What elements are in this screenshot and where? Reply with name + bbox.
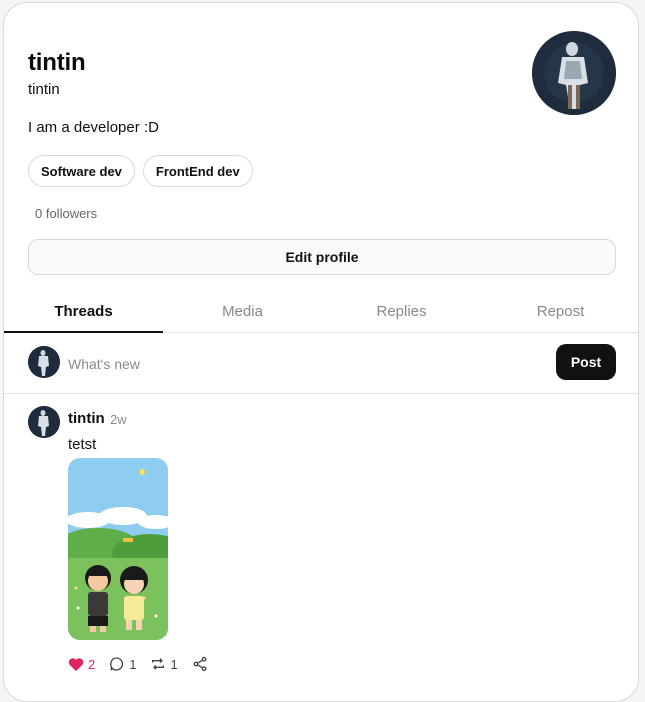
comment-icon — [109, 656, 125, 672]
tab-media[interactable]: Media — [163, 291, 322, 332]
profile-tabs: Threads Media Replies Repost — [4, 291, 638, 333]
like-count: 2 — [88, 656, 96, 672]
tab-threads[interactable]: Threads — [4, 291, 163, 333]
thread-image[interactable] — [68, 458, 168, 640]
thread-time: 2w — [110, 412, 127, 427]
tab-replies[interactable]: Replies — [322, 291, 481, 332]
repost-icon — [150, 656, 166, 672]
repost-count: 1 — [170, 656, 178, 672]
thread-item: tintin 2w tetst 2 1 1 — [4, 394, 638, 694]
share-action[interactable] — [192, 656, 208, 672]
tag-software-dev[interactable]: Software dev — [28, 155, 135, 187]
composer: What's new Post — [4, 333, 638, 394]
composer-avatar — [28, 346, 60, 378]
thread-author[interactable]: tintin — [68, 410, 105, 427]
profile-handle: tintin — [28, 81, 60, 98]
profile-bio: I am a developer :D — [28, 119, 159, 136]
profile-avatar[interactable] — [532, 31, 616, 115]
repost-action[interactable]: 1 — [150, 656, 178, 672]
heart-icon — [68, 657, 84, 672]
whats-new-input[interactable]: What's new — [68, 356, 140, 372]
followers-count[interactable]: 0 followers — [35, 206, 97, 221]
thread-actions: 2 1 1 — [68, 656, 208, 672]
tag-frontend-dev[interactable]: FrontEnd dev — [142, 155, 253, 187]
edit-profile-button[interactable]: Edit profile — [28, 239, 616, 275]
tab-repost[interactable]: Repost — [481, 291, 638, 332]
comment-count: 1 — [129, 656, 137, 672]
post-button[interactable]: Post — [556, 344, 616, 380]
share-icon — [192, 656, 208, 672]
like-action[interactable]: 2 — [68, 657, 95, 672]
profile-tags: Software dev FrontEnd dev — [28, 155, 253, 187]
profile-card: tintin tintin I am a developer :D Softwa… — [3, 2, 639, 702]
thread-text: tetst — [68, 436, 97, 453]
comment-action[interactable]: 1 — [109, 656, 136, 672]
profile-name: tintin — [28, 49, 86, 76]
thread-avatar[interactable] — [28, 406, 60, 438]
